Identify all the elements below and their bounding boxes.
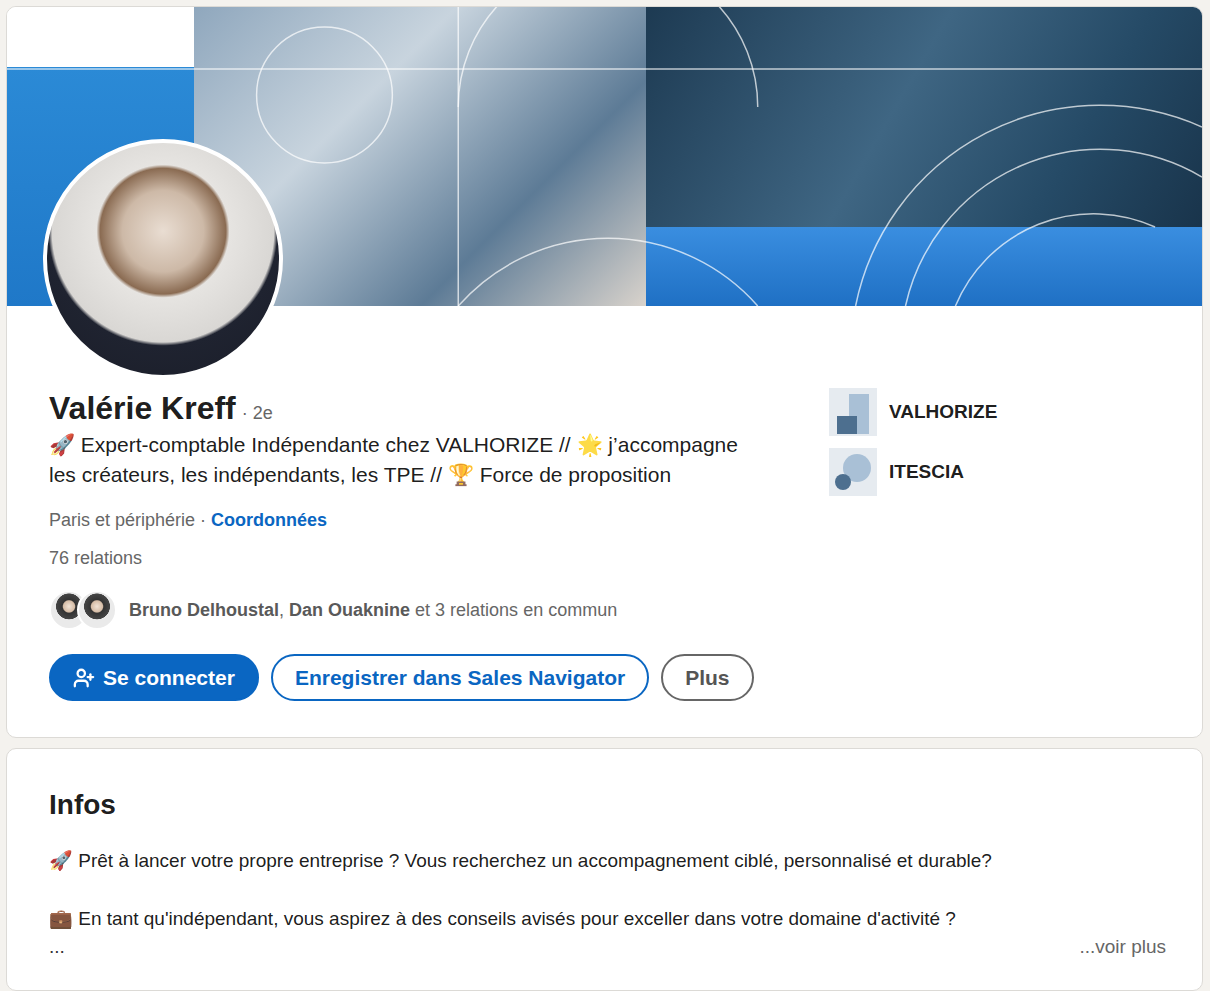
mutual-avatar <box>77 590 117 630</box>
bars-logo-icon <box>829 388 877 436</box>
name-row: Valérie Kreff · 2e <box>49 388 769 428</box>
banner-white-box <box>7 7 194 67</box>
mutual-avatars <box>49 590 117 630</box>
about-line: 💼 En tant qu'indépendant, vous aspirez à… <box>49 907 1166 931</box>
profile-name: Valérie Kreff <box>49 388 236 428</box>
see-more-link[interactable]: ...voir plus <box>1079 935 1166 959</box>
circles-logo-icon <box>829 448 877 496</box>
action-buttons: Se connecter Enregistrer dans Sales Navig… <box>49 654 769 701</box>
banner-photo <box>646 7 1202 227</box>
mutual-text: Bruno Delhoustal, Dan Ouaknine et 3 rela… <box>129 598 617 622</box>
location-row: Paris et périphérie · Coordonnées <box>49 508 769 532</box>
company-item[interactable]: VALHORIZE <box>829 388 1166 436</box>
primary-button[interactable]: Se connecter <box>49 654 259 701</box>
connection-degree: · 2e <box>242 403 273 424</box>
company-name: VALHORIZE <box>889 401 997 423</box>
profile-headline: 🚀 Expert-comptable Indépendante chez VAL… <box>49 430 769 490</box>
mutual-name[interactable]: Dan Ouaknine <box>289 600 410 620</box>
separator: · <box>195 510 211 530</box>
about-text: 🚀 Prêt à lancer votre propre entreprise … <box>49 849 1166 931</box>
company-item[interactable]: ITESCIA <box>829 448 1166 496</box>
ellipsis: ... <box>49 935 65 959</box>
button-label: Enregistrer dans Sales Navigator <box>295 666 625 690</box>
tertiary-button[interactable]: Plus <box>661 654 753 701</box>
secondary-button[interactable]: Enregistrer dans Sales Navigator <box>271 654 649 701</box>
about-card: Infos 🚀 Prêt à lancer votre propre entrep… <box>6 748 1203 991</box>
company-list: VALHORIZE ITESCIA <box>829 388 1166 701</box>
location: Paris et périphérie <box>49 510 195 530</box>
mutual-name[interactable]: Bruno Delhoustal <box>129 600 279 620</box>
about-line: 🚀 Prêt à lancer votre propre entreprise … <box>49 849 1166 873</box>
connections-count[interactable]: 76 relations <box>49 546 769 570</box>
button-label: Se connecter <box>103 666 235 690</box>
mutual-text-part: , <box>279 600 289 620</box>
profile-info: Valérie Kreff · 2e 🚀 Expert-comptable Indé… <box>49 388 769 701</box>
profile-card: Valérie Kreff · 2e 🚀 Expert-comptable Indé… <box>6 6 1203 738</box>
company-name: ITESCIA <box>889 461 964 483</box>
banner-band <box>646 227 1202 306</box>
banner-right <box>646 7 1202 306</box>
user-plus-icon <box>73 667 95 689</box>
contact-link[interactable]: Coordonnées <box>211 510 327 530</box>
about-title: Infos <box>49 787 1166 823</box>
mutual-connections[interactable]: Bruno Delhoustal, Dan Ouaknine et 3 rela… <box>49 590 769 630</box>
mutual-text-part: et 3 relations en commun <box>410 600 617 620</box>
button-label: Plus <box>685 666 729 690</box>
profile-page: Valérie Kreff · 2e 🚀 Expert-comptable Indé… <box>0 0 1210 991</box>
profile-photo[interactable] <box>43 139 283 379</box>
about-footer: ... ...voir plus <box>49 935 1166 959</box>
